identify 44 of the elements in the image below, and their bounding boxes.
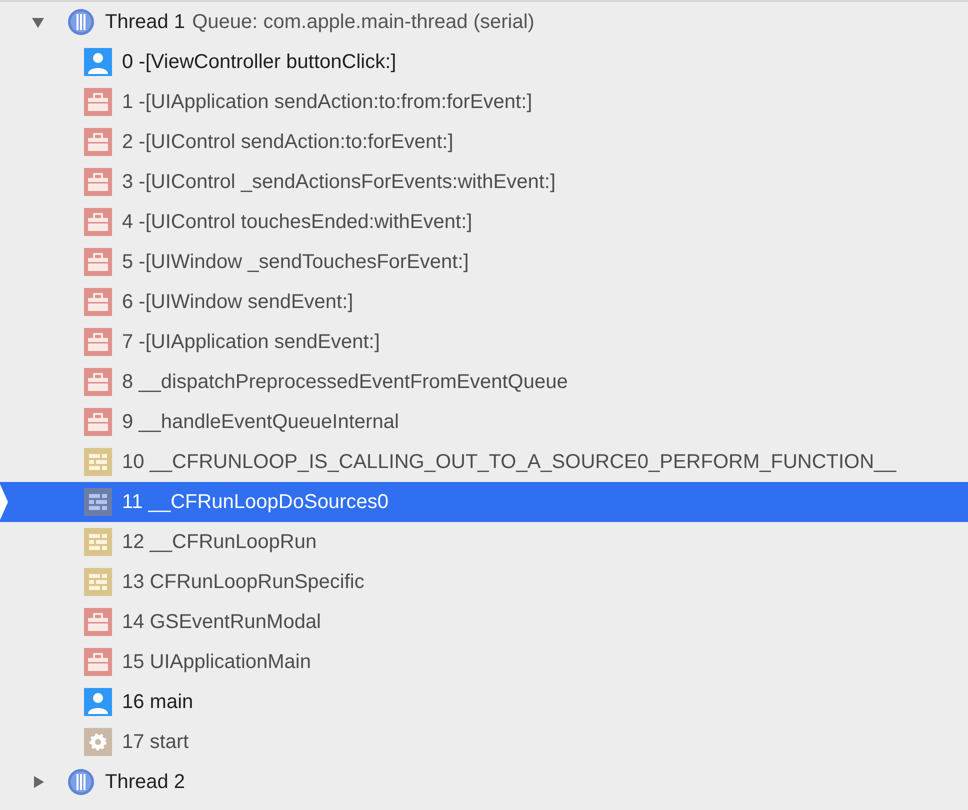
briefcase-icon <box>84 248 112 276</box>
stack-frame-row[interactable]: 1 -[UIApplication sendAction:to:from:forEvent:] <box>0 82 968 122</box>
gear-icon <box>84 728 112 756</box>
briefcase-icon <box>84 648 112 676</box>
briefcase-icon <box>84 328 112 356</box>
stack-frame-row[interactable]: 5 -[UIWindow _sendTouchesForEvent:] <box>0 242 968 282</box>
brick-icon <box>84 448 112 476</box>
briefcase-icon <box>84 208 112 236</box>
briefcase-icon <box>84 608 112 636</box>
stack-frame-row[interactable]: 16 main <box>0 682 968 722</box>
thread-icon <box>67 8 95 36</box>
stack-frame-row[interactable]: 14 GSEventRunModal <box>0 602 968 642</box>
briefcase-icon <box>84 88 112 116</box>
brick-icon <box>84 568 112 596</box>
person-icon <box>84 688 112 716</box>
stack-frame-row[interactable]: 9 __handleEventQueueInternal <box>0 402 968 442</box>
stack-frame-row[interactable]: 8 __dispatchPreprocessedEventFromEventQueue <box>0 362 968 402</box>
stack-frame-row[interactable]: 7 -[UIApplication sendEvent:] <box>0 322 968 362</box>
brick-icon <box>84 488 112 516</box>
thread-icon <box>67 768 95 796</box>
thread-title: Thread 1 <box>105 10 186 34</box>
disclosure-triangle-icon[interactable] <box>31 15 45 29</box>
briefcase-icon <box>84 128 112 156</box>
stack-frame-row[interactable]: 11 __CFRunLoopDoSources0 <box>0 482 968 522</box>
stack-frame-row[interactable]: 2 -[UIControl sendAction:to:forEvent:] <box>0 122 968 162</box>
stack-frame-row[interactable]: 10 __CFRUNLOOP_IS_CALLING_OUT_TO_A_SOURCE0_PERFORM_FUNCTION__ <box>0 442 968 482</box>
stack-frame-row[interactable]: 4 -[UIControl touchesEnded:withEvent:] <box>0 202 968 242</box>
stack-frame-row[interactable]: 13 CFRunLoopRunSpecific <box>0 562 968 602</box>
briefcase-icon <box>84 288 112 316</box>
stack-frame-row[interactable]: 12 __CFRunLoopRun <box>0 522 968 562</box>
stack-frame-row[interactable]: 15 UIApplicationMain <box>0 642 968 682</box>
stack-frame-row[interactable]: 6 -[UIWindow sendEvent:] <box>0 282 968 322</box>
briefcase-icon <box>84 168 112 196</box>
brick-icon <box>84 528 112 556</box>
stack-frame-row[interactable]: 17 start <box>0 722 968 762</box>
person-icon <box>84 48 112 76</box>
briefcase-icon <box>84 368 112 396</box>
current-frame-marker-icon <box>0 484 8 520</box>
briefcase-icon <box>84 408 112 436</box>
stack-frame-row[interactable]: 3 -[UIControl _sendActionsForEvents:withEvent:] <box>0 162 968 202</box>
thread-title: Thread 2 <box>105 770 186 794</box>
disclosure-triangle-icon[interactable] <box>31 775 45 789</box>
stack-frame-row[interactable]: 0 -[ViewController buttonClick:] <box>0 42 968 82</box>
queue-label: Queue: com.apple.main-thread (serial) <box>192 10 534 34</box>
